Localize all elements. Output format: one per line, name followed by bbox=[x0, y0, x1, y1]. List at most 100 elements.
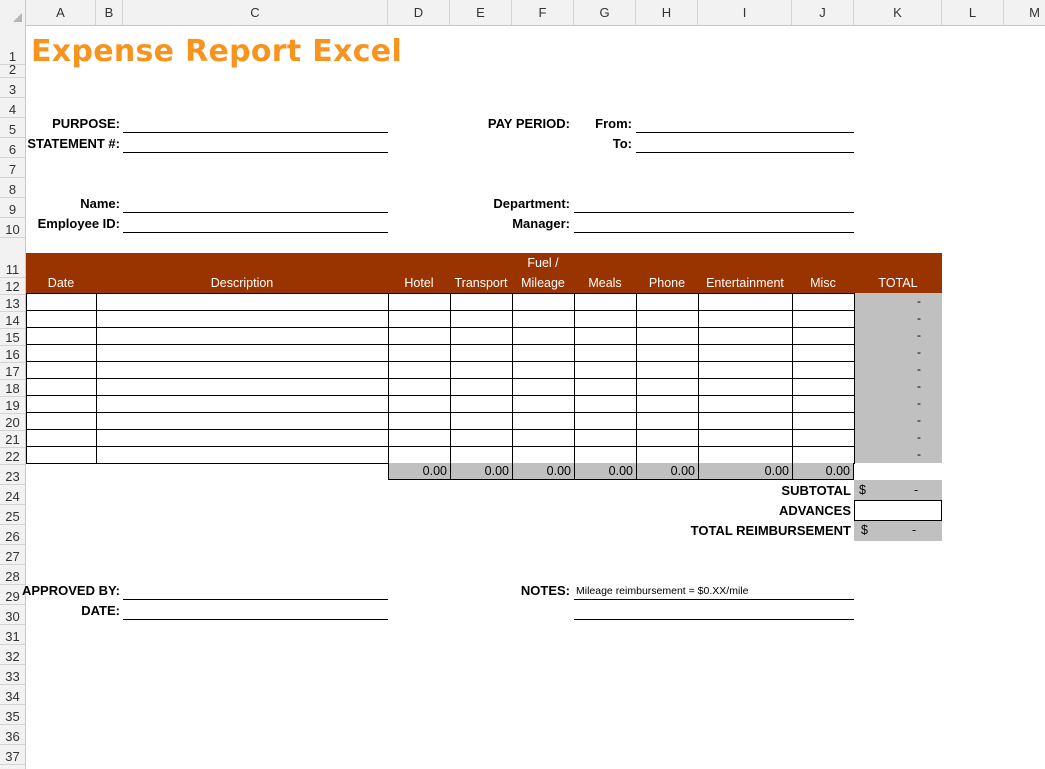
table-cell[interactable] bbox=[512, 412, 575, 430]
row-header[interactable]: 2 bbox=[0, 62, 25, 78]
table-cell[interactable] bbox=[388, 429, 451, 447]
notes-text[interactable]: Mileage reimbursement = $0.XX/mile bbox=[576, 585, 748, 597]
notes-line-1[interactable] bbox=[574, 599, 854, 600]
table-cell[interactable] bbox=[698, 395, 793, 413]
table-cell[interactable] bbox=[512, 310, 575, 328]
table-cell[interactable] bbox=[636, 395, 699, 413]
table-cell[interactable] bbox=[96, 344, 389, 362]
row-header[interactable]: 25 bbox=[0, 505, 25, 525]
select-all-button[interactable] bbox=[0, 0, 26, 25]
column-header-d[interactable]: D bbox=[388, 0, 450, 25]
row-header[interactable]: 10 bbox=[0, 218, 25, 238]
row-header[interactable]: 32 bbox=[0, 645, 25, 665]
table-cell[interactable] bbox=[636, 344, 699, 362]
row-header[interactable]: 31 bbox=[0, 625, 25, 645]
table-cell[interactable] bbox=[792, 378, 855, 396]
table-cell[interactable] bbox=[96, 429, 389, 447]
table-cell[interactable] bbox=[792, 361, 855, 379]
row-header[interactable]: 36 bbox=[0, 725, 25, 745]
column-header-l[interactable]: L bbox=[942, 0, 1004, 25]
table-cell[interactable] bbox=[574, 378, 637, 396]
table-cell[interactable] bbox=[96, 378, 389, 396]
table-cell[interactable] bbox=[574, 446, 637, 464]
table-cell[interactable] bbox=[450, 293, 513, 311]
table-cell[interactable] bbox=[698, 429, 793, 447]
column-header-i[interactable]: I bbox=[698, 0, 792, 25]
table-cell[interactable] bbox=[26, 310, 97, 328]
table-cell[interactable] bbox=[792, 429, 855, 447]
table-cell[interactable] bbox=[450, 446, 513, 464]
row-header[interactable]: 37 bbox=[0, 745, 25, 765]
row-header[interactable]: 5 bbox=[0, 118, 25, 138]
table-cell[interactable] bbox=[450, 378, 513, 396]
table-cell[interactable] bbox=[388, 361, 451, 379]
row-header[interactable]: 17 bbox=[0, 363, 25, 380]
table-cell[interactable] bbox=[512, 378, 575, 396]
table-cell[interactable] bbox=[574, 310, 637, 328]
row-header[interactable]: 23 bbox=[0, 465, 25, 485]
table-cell[interactable] bbox=[450, 429, 513, 447]
table-cell[interactable] bbox=[636, 412, 699, 430]
table-cell[interactable] bbox=[792, 344, 855, 362]
row-header[interactable]: 28 bbox=[0, 565, 25, 585]
table-cell[interactable] bbox=[512, 446, 575, 464]
table-cell[interactable] bbox=[388, 412, 451, 430]
table-cell[interactable] bbox=[512, 344, 575, 362]
date-field[interactable] bbox=[123, 619, 388, 620]
table-cell[interactable] bbox=[26, 344, 97, 362]
table-cell[interactable] bbox=[450, 344, 513, 362]
table-cell[interactable] bbox=[512, 395, 575, 413]
column-header-m[interactable]: M bbox=[1004, 0, 1045, 25]
row-header[interactable]: 9 bbox=[0, 198, 25, 218]
row-header[interactable]: 21 bbox=[0, 431, 25, 448]
notes-line-2[interactable] bbox=[574, 619, 854, 620]
table-cell[interactable] bbox=[574, 361, 637, 379]
table-cell[interactable] bbox=[574, 395, 637, 413]
table-cell[interactable] bbox=[574, 293, 637, 311]
table-cell[interactable] bbox=[636, 293, 699, 311]
table-cell[interactable] bbox=[96, 412, 389, 430]
table-cell[interactable] bbox=[636, 429, 699, 447]
row-header[interactable]: 16 bbox=[0, 346, 25, 363]
table-cell[interactable] bbox=[26, 395, 97, 413]
row-header[interactable]: 19 bbox=[0, 397, 25, 414]
column-header-f[interactable]: F bbox=[512, 0, 574, 25]
table-cell[interactable] bbox=[96, 310, 389, 328]
row-header[interactable]: 6 bbox=[0, 138, 25, 158]
table-cell[interactable] bbox=[388, 310, 451, 328]
table-cell[interactable] bbox=[388, 327, 451, 345]
table-cell[interactable] bbox=[698, 327, 793, 345]
table-cell[interactable] bbox=[450, 327, 513, 345]
table-cell[interactable] bbox=[450, 310, 513, 328]
table-cell[interactable] bbox=[698, 412, 793, 430]
row-header[interactable]: 11 bbox=[0, 238, 25, 278]
table-cell[interactable] bbox=[450, 395, 513, 413]
table-cell[interactable] bbox=[388, 293, 451, 311]
row-header[interactable]: 13 bbox=[0, 295, 25, 312]
approved-by-field[interactable] bbox=[123, 599, 388, 600]
table-cell[interactable] bbox=[698, 446, 793, 464]
purpose-field[interactable] bbox=[123, 132, 388, 133]
table-cell[interactable] bbox=[698, 344, 793, 362]
table-cell[interactable] bbox=[636, 361, 699, 379]
row-header[interactable]: 15 bbox=[0, 329, 25, 346]
table-cell[interactable] bbox=[512, 293, 575, 311]
table-cell[interactable] bbox=[574, 412, 637, 430]
table-cell[interactable] bbox=[792, 395, 855, 413]
table-cell[interactable] bbox=[26, 429, 97, 447]
table-cell[interactable] bbox=[698, 310, 793, 328]
table-cell[interactable] bbox=[636, 327, 699, 345]
table-cell[interactable] bbox=[512, 361, 575, 379]
table-cell[interactable] bbox=[96, 395, 389, 413]
row-header[interactable]: 1 bbox=[0, 25, 25, 65]
table-cell[interactable] bbox=[96, 293, 389, 311]
table-cell[interactable] bbox=[26, 361, 97, 379]
table-cell[interactable] bbox=[388, 446, 451, 464]
row-header[interactable]: 3 bbox=[0, 78, 25, 98]
column-header-e[interactable]: E bbox=[450, 0, 512, 25]
table-cell[interactable] bbox=[26, 327, 97, 345]
column-header-h[interactable]: H bbox=[636, 0, 698, 25]
table-cell[interactable] bbox=[792, 327, 855, 345]
table-cell[interactable] bbox=[636, 378, 699, 396]
column-header-a[interactable]: A bbox=[26, 0, 96, 25]
